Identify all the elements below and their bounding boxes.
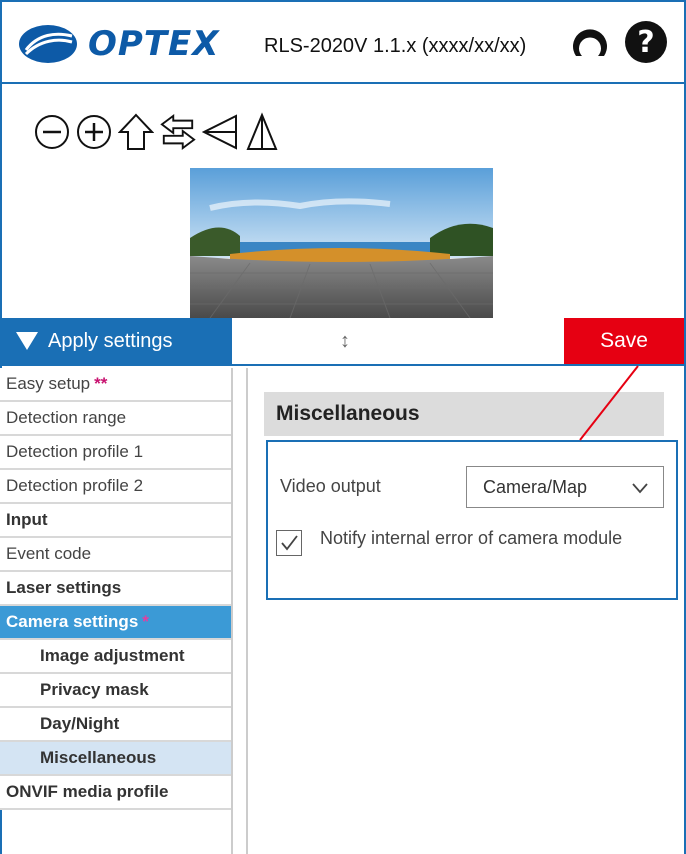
apply-settings-label: Apply settings bbox=[48, 329, 173, 352]
save-button[interactable]: Save bbox=[564, 318, 684, 364]
sidebar-item-image-adjustment[interactable]: Image adjustment bbox=[0, 640, 231, 674]
optex-logo: OPTEX bbox=[18, 22, 219, 66]
resize-handle[interactable]: ↕ bbox=[340, 330, 350, 353]
pane-divider bbox=[246, 368, 248, 854]
sidebar-nav: Easy setup ** Detection range Detection p… bbox=[0, 368, 233, 854]
sidebar-item-event-code[interactable]: Event code bbox=[0, 538, 231, 572]
sidebar-item-detection-range[interactable]: Detection range bbox=[0, 402, 231, 436]
swap-icon[interactable] bbox=[160, 110, 196, 154]
flip-horizontal-icon[interactable] bbox=[202, 110, 238, 154]
apply-settings-button[interactable]: Apply settings bbox=[2, 318, 232, 364]
sidebar-item-label: Privacy mask bbox=[40, 680, 149, 699]
refresh-icon[interactable] bbox=[568, 20, 612, 64]
camera-toolbar bbox=[34, 110, 280, 154]
checkmark-icon bbox=[281, 535, 298, 551]
camera-preview[interactable] bbox=[190, 168, 493, 318]
video-output-value: Camera/Map bbox=[483, 476, 588, 497]
help-icon[interactable]: ? bbox=[624, 20, 668, 64]
sidebar-item-label: Detection profile 2 bbox=[6, 476, 144, 495]
sidebar-item-label: Event code bbox=[6, 544, 92, 563]
sidebar-item-label: Image adjustment bbox=[40, 646, 185, 665]
sidebar-item-label: Day/Night bbox=[40, 714, 120, 733]
chevron-down-icon bbox=[632, 483, 648, 494]
sidebar-item-privacy-mask[interactable]: Privacy mask bbox=[0, 674, 231, 708]
svg-text:?: ? bbox=[637, 25, 654, 60]
header: OPTEX RLS-2020V 1.1.x (xxxx/xx/xx) ? bbox=[2, 2, 684, 84]
sidebar-item-miscellaneous[interactable]: Miscellaneous bbox=[0, 742, 231, 776]
apply-bar: Apply settings ↕ Save bbox=[2, 318, 684, 366]
sidebar-item-detection-profile-2[interactable]: Detection profile 2 bbox=[0, 470, 231, 504]
sidebar-item-label: Detection profile 1 bbox=[6, 442, 144, 461]
video-output-label: Video output bbox=[280, 476, 381, 496]
sidebar-item-label: Detection range bbox=[6, 408, 127, 427]
sidebar-item-label: Camera settings bbox=[6, 612, 139, 631]
sidebar-item-label: Laser settings bbox=[6, 578, 122, 597]
sidebar-item-input[interactable]: Input bbox=[0, 504, 231, 538]
triangle-down-icon bbox=[16, 332, 38, 350]
miscellaneous-panel: Video output Camera/Map Notify internal … bbox=[266, 440, 678, 600]
video-output-select[interactable]: Camera/Map bbox=[466, 466, 664, 508]
optex-logo-icon bbox=[19, 25, 77, 63]
zoom-out-icon[interactable] bbox=[34, 110, 70, 154]
sidebar-item-label: Easy setup bbox=[6, 374, 91, 393]
home-icon[interactable] bbox=[118, 110, 154, 154]
firmware-version: RLS-2020V 1.1.x (xxxx/xx/xx) bbox=[264, 35, 527, 57]
zoom-in-icon[interactable] bbox=[76, 110, 112, 154]
sidebar-item-laser-settings[interactable]: Laser settings bbox=[0, 572, 231, 606]
sidebar-item-day-night[interactable]: Day/Night bbox=[0, 708, 231, 742]
notify-error-checkbox[interactable] bbox=[276, 530, 302, 556]
required-marker: ** bbox=[94, 374, 108, 393]
brand-name: OPTEX bbox=[88, 24, 220, 64]
sidebar-item-easy-setup[interactable]: Easy setup ** bbox=[0, 368, 231, 402]
notify-error-label: Notify internal error of camera module bbox=[320, 528, 623, 548]
sidebar-item-detection-profile-1[interactable]: Detection profile 1 bbox=[0, 436, 231, 470]
sidebar-item-label: Miscellaneous bbox=[40, 748, 157, 767]
sidebar-item-label: Input bbox=[6, 510, 48, 529]
required-marker: * bbox=[142, 612, 149, 631]
sidebar-item-camera-settings[interactable]: Camera settings * bbox=[0, 606, 231, 640]
section-title: Miscellaneous bbox=[264, 392, 664, 436]
sidebar-item-label: ONVIF media profile bbox=[6, 782, 169, 801]
flip-vertical-icon[interactable] bbox=[244, 110, 280, 154]
sidebar-item-onvif-media-profile[interactable]: ONVIF media profile bbox=[0, 776, 231, 810]
